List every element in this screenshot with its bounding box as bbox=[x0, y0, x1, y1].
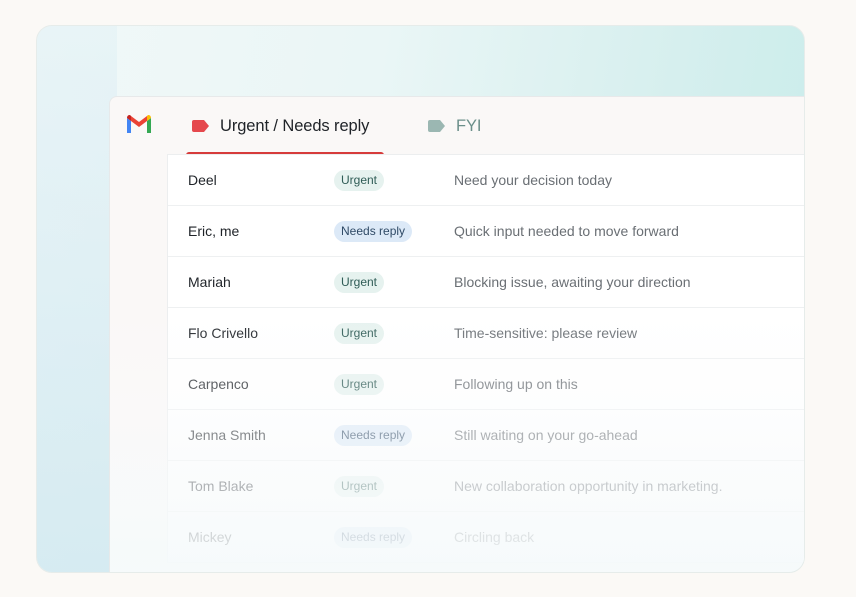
label-tag-icon bbox=[428, 120, 445, 132]
status-badge: Urgent bbox=[334, 475, 385, 497]
gmail-logo-icon bbox=[127, 114, 151, 133]
label-tag-icon bbox=[192, 120, 209, 132]
email-subject: Quick input needed to move forward bbox=[454, 223, 679, 239]
tab-label: Urgent / Needs reply bbox=[220, 116, 370, 135]
status-badge: Needs reply bbox=[334, 220, 413, 242]
tab-label: FYI bbox=[456, 116, 482, 135]
email-sender: Deel bbox=[188, 172, 217, 188]
email-sender: Carpenco bbox=[188, 376, 249, 392]
email-subject: Circling back bbox=[454, 529, 535, 545]
email-row[interactable]: Deel Urgent Need your decision today bbox=[168, 155, 804, 206]
email-subject: Time-sensitive: please review bbox=[454, 325, 638, 341]
app-preview-card: Urgent / Needs reply FYI Deel Urgent Nee… bbox=[36, 25, 805, 573]
email-row[interactable]: Tom Blake Urgent New collaboration oppor… bbox=[168, 461, 804, 512]
email-subject: Blocking issue, awaiting your direction bbox=[454, 274, 691, 290]
status-badge: Needs reply bbox=[334, 424, 413, 446]
email-sender: Flo Crivello bbox=[188, 325, 259, 341]
email-subject: Following up on this bbox=[454, 376, 578, 392]
mail-window: Urgent / Needs reply FYI Deel Urgent Nee… bbox=[109, 96, 804, 572]
email-sender: Mariah bbox=[188, 274, 231, 290]
status-badge: Urgent bbox=[334, 169, 385, 191]
email-subject: Still waiting on your go-ahead bbox=[454, 427, 638, 443]
status-badge: Needs reply bbox=[334, 526, 413, 548]
status-badge: Urgent bbox=[334, 322, 385, 344]
email-list: Deel Urgent Need your decision today Eri… bbox=[167, 154, 804, 563]
email-row[interactable]: Jenna Smith Needs reply Still waiting on… bbox=[168, 410, 804, 461]
email-sender: Eric, me bbox=[188, 223, 240, 239]
label-tabs: Urgent / Needs reply FYI bbox=[186, 97, 485, 155]
email-sender: Tom Blake bbox=[188, 478, 254, 494]
status-badge: Urgent bbox=[334, 271, 385, 293]
email-row[interactable]: Eric, me Needs reply Quick input needed … bbox=[168, 206, 804, 257]
email-subject: Need your decision today bbox=[454, 172, 612, 188]
email-sender: Mickey bbox=[188, 529, 232, 545]
email-subject: New collaboration opportunity in marketi… bbox=[454, 478, 723, 494]
email-row[interactable]: Carpenco Urgent Following up on this bbox=[168, 359, 804, 410]
tab-urgent-needs-reply[interactable]: Urgent / Needs reply bbox=[186, 97, 384, 155]
email-row[interactable]: Mariah Urgent Blocking issue, awaiting y… bbox=[168, 257, 804, 308]
email-row[interactable]: Flo Crivello Urgent Time-sensitive: plea… bbox=[168, 308, 804, 359]
email-sender: Jenna Smith bbox=[188, 427, 266, 443]
tab-fyi[interactable]: FYI bbox=[424, 97, 485, 155]
email-row[interactable]: Mickey Needs reply Circling back bbox=[168, 512, 804, 563]
status-badge: Urgent bbox=[334, 373, 385, 395]
